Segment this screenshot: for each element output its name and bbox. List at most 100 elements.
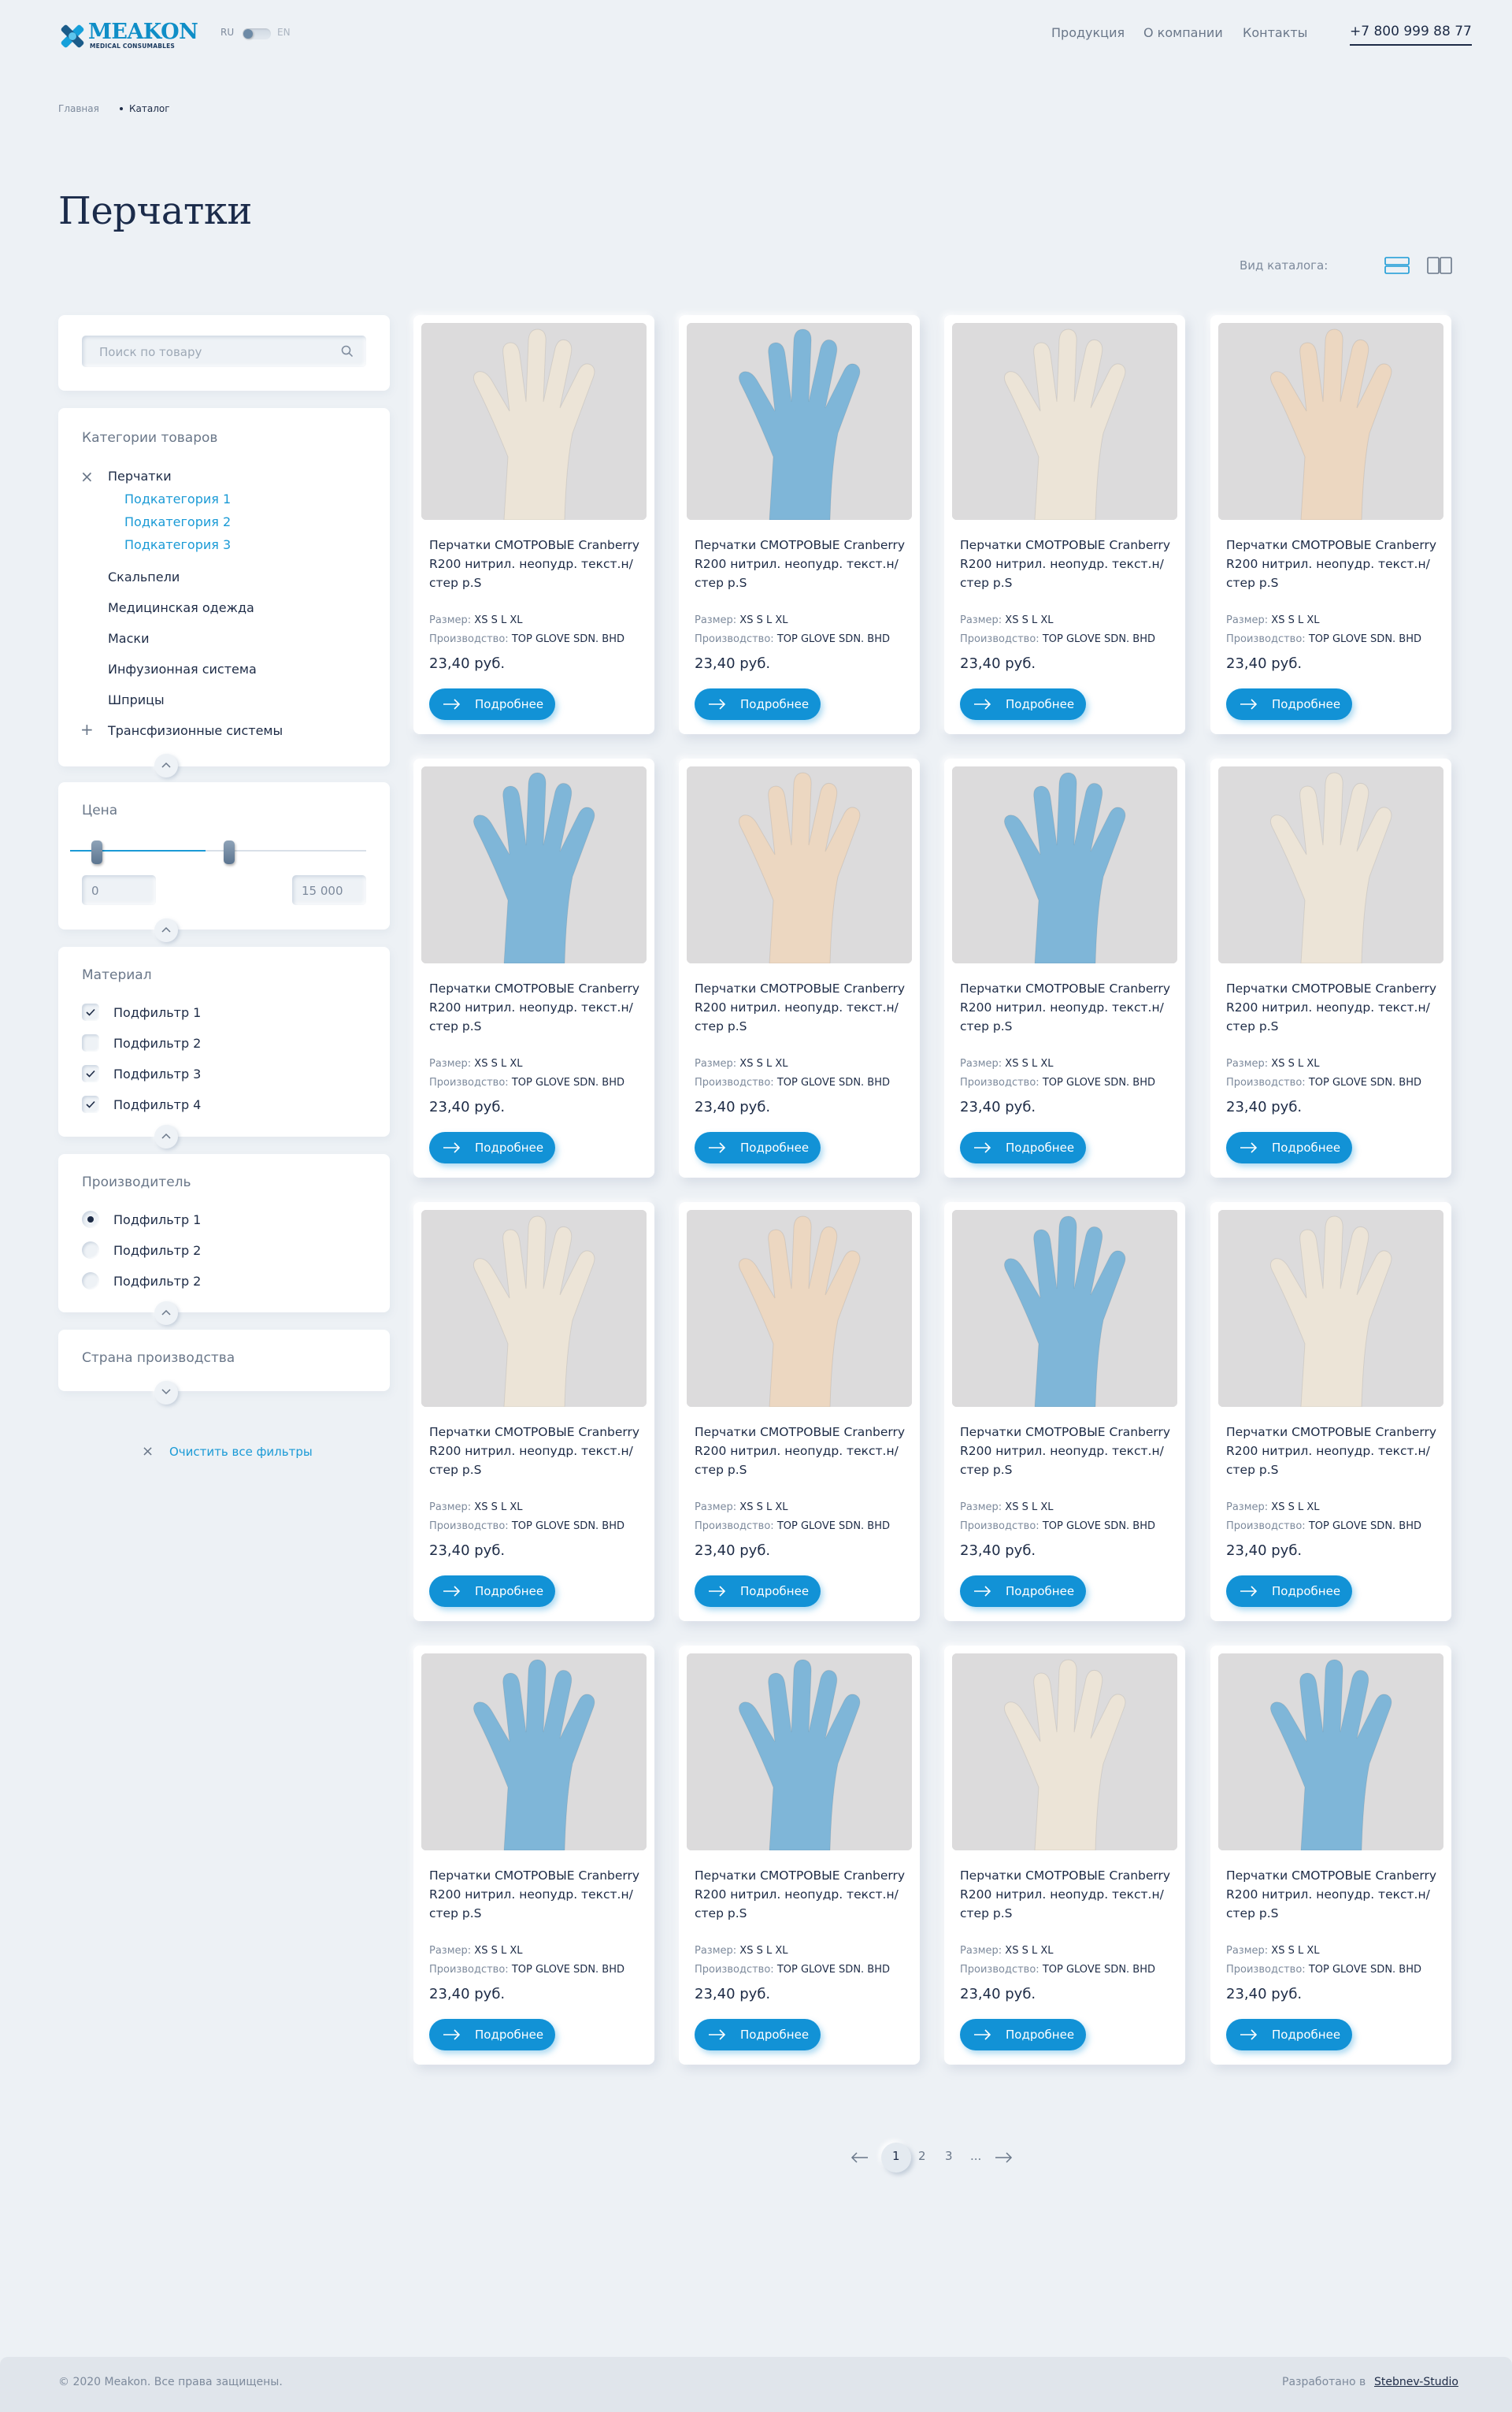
details-button[interactable]: Подробнее xyxy=(429,1575,555,1607)
product-image[interactable] xyxy=(952,323,1177,520)
details-button[interactable]: Подробнее xyxy=(429,2019,555,2050)
product-image[interactable] xyxy=(687,1210,912,1407)
product-name[interactable]: Перчатки СМОТРОВЫЕ Cranberry R200 нитрил… xyxy=(429,979,650,1036)
category-clothing[interactable]: Медицинская одежда xyxy=(108,600,254,615)
details-button[interactable]: Подробнее xyxy=(960,1132,1086,1163)
footer-dev-link[interactable]: Stebnev-Studio xyxy=(1374,2376,1458,2388)
product-card[interactable]: Перчатки СМОТРОВЫЕ Cranberry R200 нитрил… xyxy=(1210,1202,1451,1621)
expand-category-icon[interactable]: + xyxy=(80,722,94,737)
categories-collapse-button[interactable] xyxy=(154,754,178,777)
details-button[interactable]: Подробнее xyxy=(695,2019,821,2050)
details-button[interactable]: Подробнее xyxy=(960,1575,1086,1607)
product-image[interactable] xyxy=(687,1653,912,1850)
product-name[interactable]: Перчатки СМОТРОВЫЕ Cranberry R200 нитрил… xyxy=(1226,536,1447,592)
product-card[interactable]: Перчатки СМОТРОВЫЕ Cranberry R200 нитрил… xyxy=(944,759,1185,1178)
prev-page-arrow-icon[interactable] xyxy=(850,2152,869,2163)
breadcrumb-home[interactable]: Главная xyxy=(58,103,99,114)
product-card[interactable]: Перчатки СМОТРОВЫЕ Cranberry R200 нитрил… xyxy=(1210,759,1451,1178)
product-name[interactable]: Перчатки СМОТРОВЫЕ Cranberry R200 нитрил… xyxy=(960,536,1180,592)
product-card[interactable]: Перчатки СМОТРОВЫЕ Cranberry R200 нитрил… xyxy=(679,1202,920,1621)
details-button[interactable]: Подробнее xyxy=(1226,688,1352,720)
maker-radio-2[interactable] xyxy=(82,1241,99,1259)
pagination-page-1[interactable]: 1 xyxy=(892,2149,900,2163)
details-button[interactable]: Подробнее xyxy=(1226,1132,1352,1163)
lang-toggle[interactable] xyxy=(243,28,271,39)
product-image[interactable] xyxy=(952,1210,1177,1407)
maker-option-1[interactable]: Подфильтр 1 xyxy=(113,1212,201,1227)
product-image[interactable] xyxy=(421,766,647,963)
product-image[interactable] xyxy=(687,323,912,520)
pagination-page-2[interactable]: 2 xyxy=(918,2149,926,2163)
details-button[interactable]: Подробнее xyxy=(695,1132,821,1163)
price-max-input[interactable]: 15 000 xyxy=(292,875,366,905)
list-view-icon[interactable] xyxy=(1384,257,1410,274)
material-checkbox-1[interactable] xyxy=(82,1004,99,1021)
product-card[interactable]: Перчатки СМОТРОВЫЕ Cranberry R200 нитрил… xyxy=(944,1646,1185,2065)
logo[interactable]: MEAKON MEDICAL CONSUMABLES xyxy=(58,20,198,50)
country-expand-button[interactable] xyxy=(154,1381,178,1405)
product-name[interactable]: Перчатки СМОТРОВЫЕ Cranberry R200 нитрил… xyxy=(695,979,915,1036)
product-card[interactable]: Перчатки СМОТРОВЫЕ Cranberry R200 нитрил… xyxy=(944,1202,1185,1621)
category-infusion[interactable]: Инфузионная система xyxy=(108,662,257,677)
product-card[interactable]: Перчатки СМОТРОВЫЕ Cranberry R200 нитрил… xyxy=(944,315,1185,734)
search-icon[interactable] xyxy=(341,345,354,358)
details-button[interactable]: Подробнее xyxy=(695,1575,821,1607)
product-name[interactable]: Перчатки СМОТРОВЫЕ Cranberry R200 нитрил… xyxy=(1226,1423,1447,1479)
product-name[interactable]: Перчатки СМОТРОВЫЕ Cranberry R200 нитрил… xyxy=(429,1423,650,1479)
maker-collapse-button[interactable] xyxy=(154,1301,178,1325)
phone-link[interactable]: +7 800 999 88 77 xyxy=(1350,24,1472,46)
product-name[interactable]: Перчатки СМОТРОВЫЕ Cranberry R200 нитрил… xyxy=(960,979,1180,1036)
material-option-3[interactable]: Подфильтр 3 xyxy=(113,1067,201,1082)
product-card[interactable]: Перчатки СМОТРОВЫЕ Cranberry R200 нитрил… xyxy=(413,1202,654,1621)
product-image[interactable] xyxy=(1218,323,1443,520)
material-checkbox-2[interactable] xyxy=(82,1034,99,1052)
details-button[interactable]: Подробнее xyxy=(1226,2019,1352,2050)
maker-radio-3[interactable] xyxy=(82,1272,99,1289)
category-masks[interactable]: Маски xyxy=(108,631,149,646)
price-slider-min-handle[interactable] xyxy=(91,840,102,864)
details-button[interactable]: Подробнее xyxy=(960,688,1086,720)
pagination-page-3[interactable]: 3 xyxy=(945,2149,953,2163)
product-image[interactable] xyxy=(421,1653,647,1850)
nav-about[interactable]: О компании xyxy=(1143,25,1223,40)
subcategory-2[interactable]: Подкатегория 2 xyxy=(124,514,231,529)
next-page-arrow-icon[interactable] xyxy=(994,2152,1013,2163)
product-image[interactable] xyxy=(421,1210,647,1407)
maker-option-2[interactable]: Подфильтр 2 xyxy=(113,1243,201,1258)
product-image[interactable] xyxy=(1218,1653,1443,1850)
product-card[interactable]: Перчатки СМОТРОВЫЕ Cranberry R200 нитрил… xyxy=(679,759,920,1178)
details-button[interactable]: Подробнее xyxy=(1226,1575,1352,1607)
product-image[interactable] xyxy=(421,323,647,520)
details-button[interactable]: Подробнее xyxy=(960,2019,1086,2050)
category-gloves[interactable]: Перчатки xyxy=(108,469,172,484)
maker-radio-1[interactable] xyxy=(82,1211,99,1228)
product-name[interactable]: Перчатки СМОТРОВЫЕ Cranberry R200 нитрил… xyxy=(960,1866,1180,1923)
product-card[interactable]: Перчатки СМОТРОВЫЕ Cranberry R200 нитрил… xyxy=(679,315,920,734)
grid-view-icon[interactable] xyxy=(1427,257,1452,274)
material-option-2[interactable]: Подфильтр 2 xyxy=(113,1036,201,1051)
category-transfusion[interactable]: Трансфизионные системы xyxy=(108,723,283,738)
product-name[interactable]: Перчатки СМОТРОВЫЕ Cranberry R200 нитрил… xyxy=(429,536,650,592)
price-slider-max-handle[interactable] xyxy=(224,840,235,864)
product-image[interactable] xyxy=(952,1653,1177,1850)
product-image[interactable] xyxy=(1218,766,1443,963)
category-scalpels[interactable]: Скальпели xyxy=(108,570,180,584)
material-checkbox-4[interactable] xyxy=(82,1096,99,1113)
material-option-1[interactable]: Подфильтр 1 xyxy=(113,1005,201,1020)
clear-filters-icon[interactable]: × xyxy=(142,1443,154,1460)
product-card[interactable]: Перчатки СМОТРОВЫЕ Cranberry R200 нитрил… xyxy=(1210,315,1451,734)
product-name[interactable]: Перчатки СМОТРОВЫЕ Cranberry R200 нитрил… xyxy=(695,1423,915,1479)
nav-products[interactable]: Продукция xyxy=(1051,25,1125,40)
product-card[interactable]: Перчатки СМОТРОВЫЕ Cranberry R200 нитрил… xyxy=(679,1646,920,2065)
price-min-input[interactable]: 0 xyxy=(82,875,156,905)
material-collapse-button[interactable] xyxy=(154,1125,178,1148)
product-name[interactable]: Перчатки СМОТРОВЫЕ Cranberry R200 нитрил… xyxy=(429,1866,650,1923)
lang-en-label[interactable]: EN xyxy=(277,27,291,38)
product-card[interactable]: Перчатки СМОТРОВЫЕ Cranberry R200 нитрил… xyxy=(413,1646,654,2065)
product-name[interactable]: Перчатки СМОТРОВЫЕ Cranberry R200 нитрил… xyxy=(695,536,915,592)
product-card[interactable]: Перчатки СМОТРОВЫЕ Cranberry R200 нитрил… xyxy=(413,315,654,734)
search-input[interactable]: Поиск по товару xyxy=(82,336,366,367)
category-syringes[interactable]: Шприцы xyxy=(108,692,165,707)
maker-option-3[interactable]: Подфильтр 2 xyxy=(113,1274,201,1289)
details-button[interactable]: Подробнее xyxy=(429,1132,555,1163)
